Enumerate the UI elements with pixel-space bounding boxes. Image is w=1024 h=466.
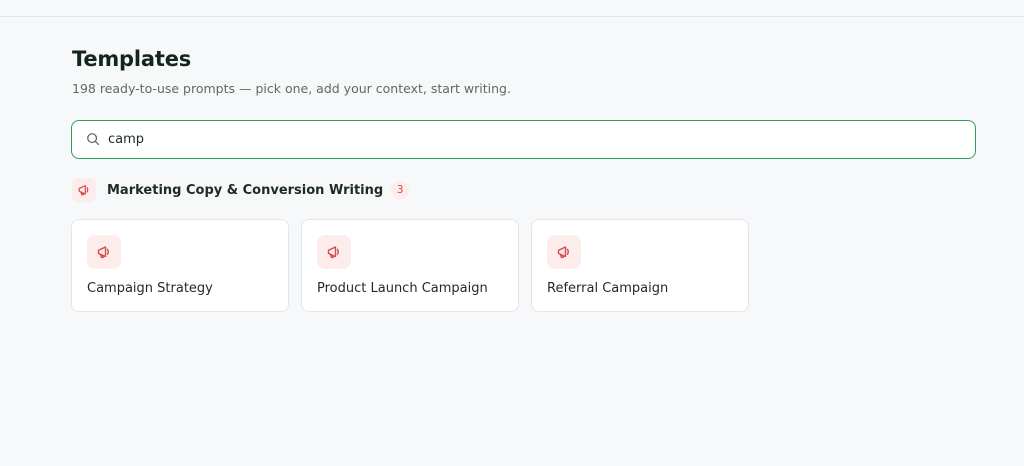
megaphone-icon bbox=[97, 246, 109, 259]
card-title: Campaign Strategy bbox=[87, 281, 213, 296]
card-icon-badge bbox=[87, 235, 121, 269]
card-title: Product Launch Campaign bbox=[317, 281, 488, 296]
category-icon-badge bbox=[72, 178, 96, 202]
category-label: Marketing Copy & Conversion Writing bbox=[107, 182, 384, 198]
top-divider bbox=[0, 16, 1024, 17]
category-count-badge: 3 bbox=[391, 181, 410, 199]
search-input[interactable] bbox=[108, 127, 958, 152]
card-title: Referral Campaign bbox=[547, 281, 669, 296]
template-card-list: Campaign Strategy Product Launch Campaig… bbox=[71, 219, 749, 312]
category-header: Marketing Copy & Conversion Writing 3 bbox=[72, 178, 410, 202]
card-icon-badge bbox=[317, 235, 351, 269]
template-card-product-launch-campaign[interactable]: Product Launch Campaign bbox=[301, 219, 519, 312]
search-box[interactable] bbox=[71, 120, 976, 159]
page-subtitle: 198 ready-to-use prompts — pick one, add… bbox=[72, 81, 511, 96]
page-title: Templates bbox=[72, 47, 192, 71]
search-icon bbox=[87, 133, 100, 146]
template-card-campaign-strategy[interactable]: Campaign Strategy bbox=[71, 219, 289, 312]
card-icon-badge bbox=[547, 235, 581, 269]
megaphone-icon bbox=[327, 246, 339, 259]
megaphone-icon bbox=[78, 185, 89, 196]
template-card-referral-campaign[interactable]: Referral Campaign bbox=[531, 219, 749, 312]
megaphone-icon bbox=[557, 246, 569, 259]
